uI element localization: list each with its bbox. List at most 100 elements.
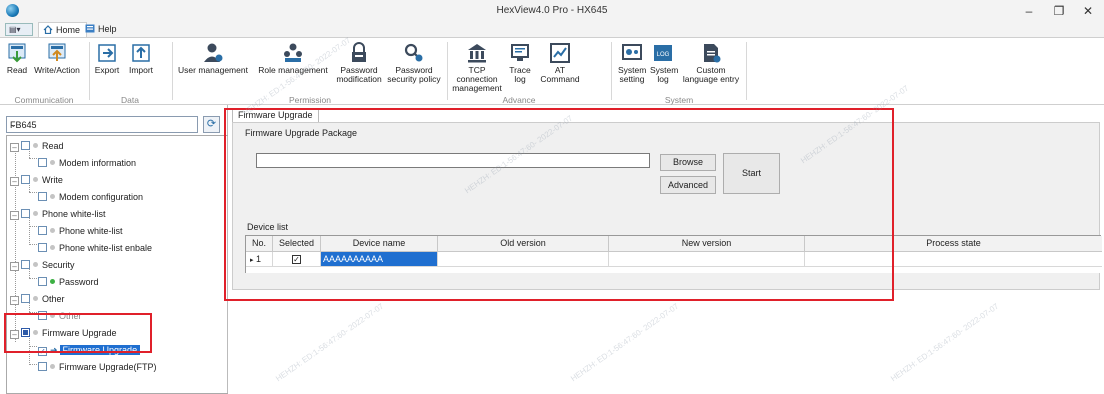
tree-node-security[interactable]: – Security	[10, 258, 75, 272]
settings-icon	[622, 44, 642, 60]
monitor-icon	[511, 44, 529, 61]
key-icon	[404, 43, 423, 62]
tree-node-read[interactable]: – Read	[10, 139, 64, 153]
chevron-down-icon[interactable]: ⌄	[10, 120, 194, 129]
at-command-button[interactable]: AT Command	[537, 42, 583, 84]
tree-node-password[interactable]: Password	[38, 275, 99, 289]
help-icon	[85, 24, 95, 33]
tree-node-modem-configuration[interactable]: Modem configuration	[38, 190, 143, 204]
collapse-icon[interactable]: –	[10, 262, 19, 271]
tree-node-other[interactable]: – Other	[10, 292, 65, 306]
checkbox[interactable]	[38, 192, 47, 201]
minimize-button[interactable]: –	[1015, 2, 1043, 20]
custom-language-entry-label: Custom language entry	[682, 65, 740, 84]
group-system-label: System	[664, 95, 694, 105]
password-security-policy-button[interactable]: Password security policy	[385, 42, 443, 84]
highlight-box	[4, 313, 152, 353]
system-setting-button[interactable]: System setting	[618, 42, 646, 84]
status-dot-icon	[50, 228, 55, 233]
ribbon: Read Write/Action Communication Export I…	[0, 37, 1104, 105]
checkbox[interactable]	[21, 141, 30, 150]
status-dot-icon	[50, 245, 55, 250]
tree-node-firmware-upgrade-ftp[interactable]: Firmware Upgrade(FTP)	[38, 360, 157, 374]
tree-node-label: Other	[42, 294, 65, 304]
user-management-label: User management	[178, 65, 248, 75]
status-dot-icon	[33, 296, 38, 301]
role-management-button[interactable]: Role management	[254, 42, 332, 75]
system-log-button[interactable]: LOG System log	[650, 42, 679, 84]
trace-log-label: Trace log	[509, 65, 531, 84]
building-icon	[468, 44, 486, 63]
collapse-icon[interactable]: –	[10, 143, 19, 152]
lock-icon	[352, 42, 366, 62]
title-bar: HexView4.0 Pro - HX645 – ❐ ✕	[0, 0, 1104, 22]
group-permission-label: Permission	[288, 95, 332, 105]
import-button[interactable]: Import	[124, 42, 158, 75]
export-button-label: Export	[94, 65, 120, 75]
checkbox[interactable]	[21, 175, 30, 184]
tree-node-label: Modem configuration	[59, 192, 144, 202]
group-separator	[611, 42, 612, 100]
tab-help[interactable]: Help	[81, 22, 123, 37]
collapse-icon[interactable]: –	[10, 177, 19, 186]
quick-access-button[interactable]: ▤▾	[5, 23, 33, 36]
status-dot-icon	[50, 279, 55, 284]
custom-language-entry-button[interactable]: Custom language entry	[682, 42, 740, 84]
tree-node-phone-white-list[interactable]: – Phone white-list	[10, 207, 106, 221]
tree-node-label: Write	[42, 175, 63, 185]
tree-line	[29, 226, 37, 227]
tree-node-phone-white-list-child[interactable]: Phone white-list	[38, 224, 123, 238]
refresh-icon: ⟳	[206, 118, 217, 130]
tree-node-label: Modem information	[59, 158, 137, 168]
close-button[interactable]: ✕	[1074, 2, 1102, 20]
status-dot-icon	[50, 194, 55, 199]
tcp-connection-management-button[interactable]: TCP connection management	[451, 42, 503, 93]
tab-home[interactable]: Home	[38, 22, 88, 37]
document-icon	[704, 44, 721, 63]
status-dot-icon	[33, 211, 38, 216]
checkbox[interactable]	[21, 209, 30, 218]
home-icon	[43, 25, 53, 34]
main-content: Firmware Upgrade Firmware Upgrade Packag…	[224, 105, 1104, 394]
write-action-button[interactable]: Write/Action	[34, 42, 80, 75]
status-dot-icon	[50, 364, 55, 369]
checkbox[interactable]	[21, 260, 30, 269]
tree-node-label: Password	[59, 277, 99, 287]
tree-node-write[interactable]: – Write	[10, 173, 63, 187]
function-tree: – Read Modem information – Write Modem con…	[6, 135, 228, 394]
ribbon-tabs: ▤▾ Home Help	[0, 22, 1104, 37]
collapse-icon[interactable]: –	[10, 296, 19, 305]
group-separator	[746, 42, 747, 100]
status-dot-icon	[33, 262, 38, 267]
trace-log-button[interactable]: Trace log	[507, 42, 533, 84]
terminal-icon	[550, 43, 570, 63]
collapse-icon[interactable]: –	[10, 211, 19, 220]
highlight-box	[224, 108, 894, 301]
read-button-label: Read	[6, 65, 28, 75]
password-modification-button[interactable]: Password modification	[336, 42, 382, 84]
read-button[interactable]: Read	[2, 42, 32, 75]
role-icon	[284, 43, 302, 62]
checkbox[interactable]	[38, 362, 47, 371]
device-selector[interactable]: FB645 ⌄	[6, 116, 198, 133]
checkbox[interactable]	[38, 226, 47, 235]
system-log-label: System log	[650, 65, 679, 84]
tree-line	[29, 244, 37, 245]
export-button[interactable]: Export	[90, 42, 124, 75]
status-dot-icon	[33, 177, 38, 182]
import-button-label: Import	[128, 65, 154, 75]
tree-line	[29, 278, 37, 279]
checkbox[interactable]	[38, 277, 47, 286]
tree-node-label: Phone white-list enbale	[59, 243, 153, 253]
tree-line	[29, 364, 37, 365]
group-communication-label: Communication	[14, 95, 74, 105]
checkbox[interactable]	[38, 158, 47, 167]
tree-node-phone-white-list-enable[interactable]: Phone white-list enbale	[38, 241, 152, 255]
checkbox[interactable]	[21, 294, 30, 303]
tree-node-modem-information[interactable]: Modem information	[38, 156, 136, 170]
maximize-button[interactable]: ❐	[1045, 2, 1073, 20]
refresh-button[interactable]: ⟳	[203, 116, 220, 133]
user-management-button[interactable]: User management	[175, 42, 251, 75]
password-security-policy-label: Password security policy	[387, 65, 441, 84]
checkbox[interactable]	[38, 243, 47, 252]
